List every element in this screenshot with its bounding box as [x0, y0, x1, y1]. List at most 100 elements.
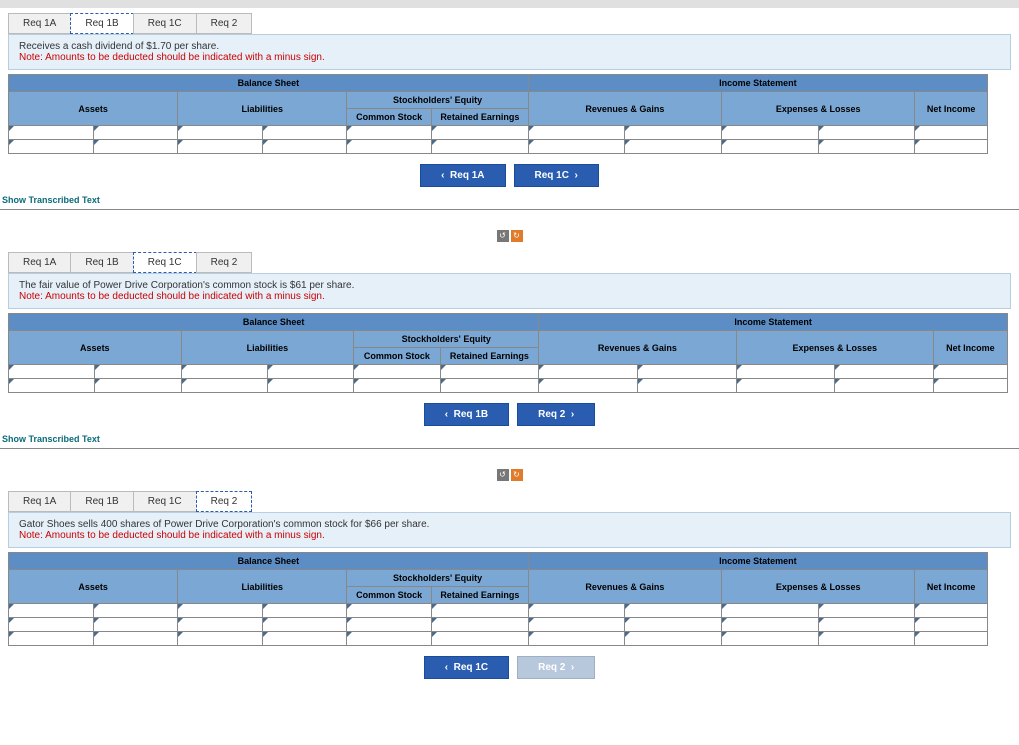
tab-req1b[interactable]: Req 1B — [70, 252, 133, 273]
cell[interactable] — [915, 126, 988, 140]
cell[interactable] — [915, 140, 988, 154]
cell[interactable] — [95, 365, 181, 379]
cell[interactable] — [178, 618, 263, 632]
cell[interactable] — [431, 618, 528, 632]
tab-req1b[interactable]: Req 1B — [70, 491, 133, 512]
cell[interactable] — [95, 379, 181, 393]
cell[interactable] — [347, 604, 432, 618]
cell[interactable] — [347, 632, 432, 646]
cell[interactable] — [267, 365, 353, 379]
cell[interactable] — [262, 632, 347, 646]
cell[interactable] — [347, 140, 432, 154]
cell[interactable] — [431, 604, 528, 618]
cell[interactable] — [539, 365, 638, 379]
cell[interactable] — [933, 379, 1007, 393]
cell[interactable] — [818, 140, 915, 154]
tab-req1b[interactable]: Req 1B — [70, 13, 133, 34]
cell[interactable] — [539, 379, 638, 393]
cell[interactable] — [93, 618, 178, 632]
cell[interactable] — [722, 632, 819, 646]
tab-req1c[interactable]: Req 1C — [133, 491, 197, 512]
cell[interactable] — [528, 140, 625, 154]
cell[interactable] — [625, 604, 722, 618]
tab-req1a[interactable]: Req 1A — [8, 252, 71, 273]
cell[interactable] — [262, 126, 347, 140]
cell[interactable] — [835, 379, 934, 393]
cell[interactable] — [528, 126, 625, 140]
cell[interactable] — [9, 140, 94, 154]
cell[interactable] — [915, 604, 988, 618]
cell[interactable] — [933, 365, 1007, 379]
prev-button[interactable]: ‹ Req 1B — [424, 403, 509, 426]
cell[interactable] — [178, 632, 263, 646]
cell[interactable] — [347, 618, 432, 632]
cell[interactable] — [722, 618, 819, 632]
cell[interactable] — [93, 632, 178, 646]
cell[interactable] — [347, 126, 432, 140]
cell[interactable] — [625, 632, 722, 646]
zoom-in-icon[interactable]: ↻ — [511, 230, 523, 242]
prev-button[interactable]: ‹ Req 1A — [420, 164, 505, 187]
prev-button[interactable]: ‹ Req 1C — [424, 656, 509, 679]
cell[interactable] — [178, 126, 263, 140]
cell[interactable] — [262, 604, 347, 618]
cell[interactable] — [915, 632, 988, 646]
cell[interactable] — [722, 604, 819, 618]
tab-req2[interactable]: Req 2 — [196, 252, 253, 273]
cell[interactable] — [625, 126, 722, 140]
tab-req1c[interactable]: Req 1C — [133, 252, 197, 273]
cell[interactable] — [736, 379, 835, 393]
cell[interactable] — [431, 632, 528, 646]
cell[interactable] — [431, 140, 528, 154]
cell[interactable] — [93, 604, 178, 618]
show-transcribed-link[interactable]: Show Transcribed Text — [2, 195, 1019, 205]
cell[interactable] — [440, 365, 539, 379]
cell[interactable] — [637, 379, 736, 393]
cell[interactable] — [625, 618, 722, 632]
cell[interactable] — [93, 140, 178, 154]
tab-req1a[interactable]: Req 1A — [8, 13, 71, 34]
cell[interactable] — [440, 379, 539, 393]
next-button[interactable]: Req 2 › — [517, 403, 595, 426]
tab-req1c[interactable]: Req 1C — [133, 13, 197, 34]
cell[interactable] — [528, 632, 625, 646]
cell[interactable] — [9, 604, 94, 618]
show-transcribed-link[interactable]: Show Transcribed Text — [2, 434, 1019, 444]
tab-req1a[interactable]: Req 1A — [8, 491, 71, 512]
cell[interactable] — [431, 126, 528, 140]
cell[interactable] — [736, 365, 835, 379]
cell[interactable] — [722, 126, 819, 140]
cell[interactable] — [637, 365, 736, 379]
cell[interactable] — [267, 379, 353, 393]
cell[interactable] — [818, 604, 915, 618]
zoom-out-icon[interactable]: ↺ — [497, 230, 509, 242]
cell[interactable] — [915, 618, 988, 632]
cell[interactable] — [181, 365, 267, 379]
cell[interactable] — [818, 632, 915, 646]
cell[interactable] — [9, 632, 94, 646]
cell[interactable] — [9, 379, 95, 393]
cell[interactable] — [354, 379, 440, 393]
cell[interactable] — [93, 126, 178, 140]
cell[interactable] — [9, 618, 94, 632]
tab-req2[interactable]: Req 2 — [196, 491, 253, 512]
cell[interactable] — [354, 365, 440, 379]
cell[interactable] — [178, 604, 263, 618]
cell[interactable] — [528, 618, 625, 632]
cell[interactable] — [818, 126, 915, 140]
cell[interactable] — [181, 379, 267, 393]
cell[interactable] — [625, 140, 722, 154]
cell[interactable] — [9, 365, 95, 379]
next-button[interactable]: Req 1C › — [514, 164, 599, 187]
cell[interactable] — [835, 365, 934, 379]
zoom-in-icon[interactable]: ↻ — [511, 469, 523, 481]
zoom-out-icon[interactable]: ↺ — [497, 469, 509, 481]
cell[interactable] — [262, 618, 347, 632]
cell[interactable] — [722, 140, 819, 154]
cell[interactable] — [178, 140, 263, 154]
cell[interactable] — [262, 140, 347, 154]
cell[interactable] — [818, 618, 915, 632]
cell[interactable] — [528, 604, 625, 618]
tab-req2[interactable]: Req 2 — [196, 13, 253, 34]
cell[interactable] — [9, 126, 94, 140]
